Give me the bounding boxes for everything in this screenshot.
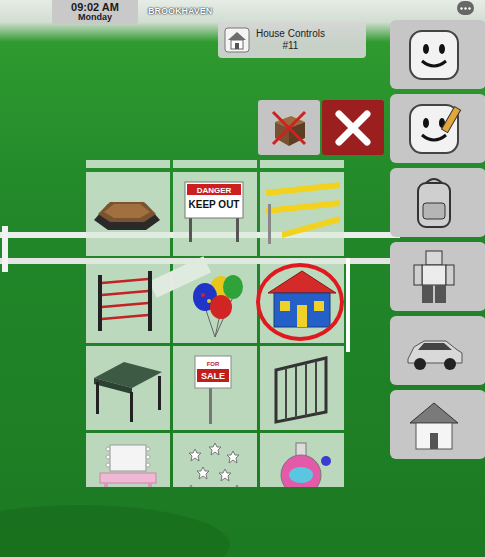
svg-text:KEEP OUT: KEEP OUT <box>189 199 240 210</box>
close-icon <box>333 108 373 148</box>
clock: 09:02 AMMonday <box>52 0 138 24</box>
catalog-row-cut <box>86 160 345 168</box>
more-icon <box>460 7 471 10</box>
catalog-cell[interactable] <box>260 160 344 168</box>
catalog-cell[interactable] <box>173 160 257 168</box>
game-title: BROOKHAVEN <box>148 6 212 16</box>
danger-sign-icon: DANGER KEEP OUT <box>175 174 255 254</box>
catalog-item[interactable]: FOR SALE <box>173 346 257 430</box>
catalog-grid: DANGER KEEP OUT FOR SALE <box>86 172 345 487</box>
catalog-item[interactable] <box>86 172 170 256</box>
catalog-item[interactable] <box>173 259 257 343</box>
tools-off-icon <box>267 106 311 150</box>
clock-time: 09:02 AM <box>71 2 119 14</box>
potion-icon <box>262 435 342 487</box>
sidebar-button[interactable] <box>390 242 485 311</box>
canopy-icon <box>88 348 168 428</box>
catalog-item[interactable] <box>260 346 344 430</box>
scrollbar[interactable] <box>346 258 350 352</box>
sidebar-button[interactable] <box>390 168 485 237</box>
railing-icon <box>262 348 342 428</box>
house-icon <box>262 261 342 341</box>
picnic-table-icon <box>88 174 168 254</box>
police-tape-icon <box>262 174 342 254</box>
highlight-circle <box>256 263 344 341</box>
close-button[interactable] <box>322 100 384 155</box>
sidebar-button[interactable] <box>390 20 485 89</box>
catalog-item[interactable] <box>86 433 170 487</box>
catalog-panel: DANGER KEEP OUT FOR SALE <box>86 160 345 487</box>
tools-off-button[interactable] <box>258 100 320 155</box>
catalog-cell[interactable] <box>86 160 170 168</box>
house-controls-label: House Controls#11 <box>256 28 325 52</box>
vehicle-icon <box>404 321 464 381</box>
backpack-icon <box>404 173 464 233</box>
catalog-item[interactable] <box>260 433 344 487</box>
action-row <box>258 100 384 155</box>
house-icon <box>404 395 464 455</box>
catalog-item[interactable] <box>86 346 170 430</box>
svg-text:FOR: FOR <box>207 361 220 367</box>
avatar-icon <box>404 25 464 85</box>
stars-icon <box>175 435 255 487</box>
avatar-edit-icon <box>404 99 464 159</box>
sale-sign-icon: FOR SALE <box>175 348 255 428</box>
character-icon <box>404 247 464 307</box>
svg-text:SALE: SALE <box>201 371 225 381</box>
catalog-item[interactable]: DANGER KEEP OUT <box>173 172 257 256</box>
menu-button[interactable] <box>457 1 474 15</box>
catalog-item[interactable] <box>173 433 257 487</box>
svg-text:DANGER: DANGER <box>197 186 232 195</box>
balloons-icon <box>175 261 255 341</box>
sidebar <box>390 20 485 459</box>
house-icon <box>224 27 250 53</box>
sidebar-button[interactable] <box>390 390 485 459</box>
sidebar-button[interactable] <box>390 94 485 163</box>
clock-day: Monday <box>78 13 112 22</box>
house-controls[interactable]: House Controls#11 <box>218 22 366 58</box>
game-screen: 09:02 AMMonday BROOKHAVEN House Controls#1… <box>0 0 485 557</box>
catalog-item[interactable] <box>260 172 344 256</box>
catalog-item[interactable] <box>86 259 170 343</box>
vanity-icon <box>88 435 168 487</box>
rope-barrier-icon <box>88 261 168 341</box>
catalog-item[interactable] <box>260 259 344 343</box>
sidebar-button[interactable] <box>390 316 485 385</box>
